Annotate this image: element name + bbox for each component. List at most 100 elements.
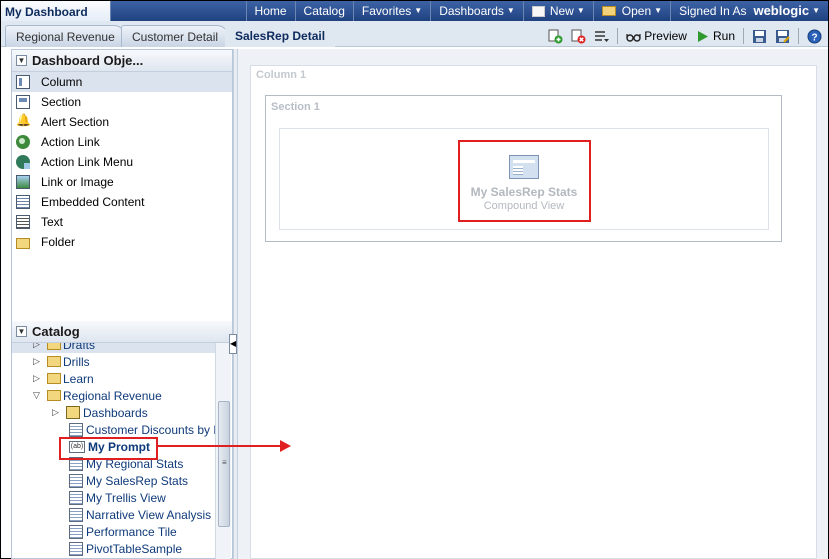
grip-icon: ≡ (222, 458, 227, 467)
tree-label: Performance Tile (86, 524, 177, 539)
scrollbar-thumb[interactable]: ≡ (218, 401, 230, 527)
drag-arrow-line (157, 445, 285, 447)
chevron-down-icon: ▼ (506, 6, 515, 15)
tree-label: Drills (63, 354, 90, 369)
preview-button[interactable]: Preview (624, 27, 689, 45)
nav-home[interactable]: Home (245, 1, 295, 21)
action-link-menu-icon (16, 155, 30, 169)
expand-arrow-icon[interactable]: ▷ (33, 373, 43, 384)
tree-item-narrative-view[interactable]: Narrative View Analysis (12, 506, 215, 523)
analysis-icon (69, 473, 83, 488)
save-button[interactable] (750, 27, 769, 45)
tree-item-drafts[interactable]: ▷ Drafts (12, 343, 215, 353)
nav-catalog-label: Catalog (303, 4, 345, 18)
tab-customer-detail[interactable]: Customer Detail (121, 25, 230, 47)
action-link-icon (16, 135, 30, 149)
tree-label: My SalesRep Stats (86, 473, 189, 488)
dashboard-objects-title: Dashboard Obje... (32, 53, 144, 68)
analysis-icon (69, 490, 83, 505)
analysis-icon (69, 524, 83, 539)
signed-in-user: weblogic (753, 3, 810, 18)
add-page-button[interactable] (546, 27, 565, 45)
new-document-icon (531, 5, 545, 17)
tree-item-performance-tile[interactable]: Performance Tile (12, 523, 215, 540)
object-label: Section (41, 95, 82, 109)
object-label: Link or Image (41, 175, 114, 189)
arrow-right-icon (280, 440, 291, 452)
nav-signed-in[interactable]: Signed In As weblogic ▼ (670, 1, 828, 21)
analysis-icon (69, 541, 83, 556)
tree-label: Drafts (63, 343, 96, 352)
page-options-button[interactable] (592, 27, 611, 45)
nav-favorites[interactable]: Favorites ▼ (352, 1, 430, 21)
tree-item-pivottablesample[interactable]: PivotTableSample (12, 540, 215, 557)
tree-item-learn[interactable]: ▷ Learn (12, 370, 215, 387)
tree-item-dashboards[interactable]: ▷ Dashboards (12, 404, 215, 421)
toolbar-separator (743, 28, 744, 44)
object-column[interactable]: Column (12, 72, 232, 92)
nav-favorites-label: Favorites (361, 4, 412, 18)
object-label: Action Link Menu (41, 155, 134, 169)
tab-salesrep-detail[interactable]: SalesRep Detail (225, 25, 336, 47)
save-icon (753, 29, 766, 43)
catalog-title: Catalog (32, 324, 80, 339)
nav-dashboards-label: Dashboards (439, 4, 504, 18)
save-as-button[interactable] (773, 27, 792, 45)
run-label: Run (712, 29, 735, 43)
object-label: Action Link (41, 135, 100, 149)
object-link-or-image[interactable]: Link or Image (12, 172, 232, 192)
collapse-left-icon[interactable]: ◀ (229, 334, 237, 354)
object-action-link-menu[interactable]: Action Link Menu (12, 152, 232, 172)
nav-open[interactable]: Open ▼ (592, 1, 670, 21)
dashboard-tab-bar: Regional Revenue Customer Detail SalesRe… (1, 21, 828, 47)
object-alert-section[interactable]: Alert Section (12, 112, 232, 132)
dashboard-objects-header[interactable]: ▼ Dashboard Obje... (12, 50, 232, 72)
object-section[interactable]: Section (12, 92, 232, 112)
help-icon: ? (807, 29, 822, 43)
nav-open-label: Open (621, 4, 652, 18)
open-folder-icon (601, 6, 616, 16)
expand-arrow-icon[interactable]: ▷ (33, 356, 43, 367)
catalog-header[interactable]: ▼ Catalog (12, 321, 232, 343)
nav-catalog[interactable]: Catalog (294, 1, 353, 21)
dashboards-folder-icon (66, 406, 80, 419)
tree-label: My Trellis View (86, 490, 166, 505)
app-title: My Dashboard (1, 1, 111, 23)
image-icon (16, 175, 30, 189)
folder-icon (16, 237, 30, 249)
object-folder[interactable]: Folder (12, 232, 232, 252)
play-icon (697, 30, 708, 42)
column-icon (16, 75, 30, 89)
highlight-box-my-prompt (59, 437, 158, 460)
expand-arrow-icon[interactable]: ▷ (52, 407, 62, 418)
object-text[interactable]: Text (12, 212, 232, 232)
toolbar-separator (798, 28, 799, 44)
section-icon (16, 95, 30, 109)
run-button[interactable]: Run (693, 27, 737, 45)
tree-item-my-trellis-view[interactable]: My Trellis View (12, 489, 215, 506)
tab-regional-revenue[interactable]: Regional Revenue (5, 25, 126, 47)
chevron-down-icon: ▼ (414, 6, 423, 15)
expand-arrow-icon[interactable]: ▷ (33, 343, 43, 350)
collapse-arrow-icon[interactable]: ▽ (33, 390, 43, 401)
object-label: Folder (41, 235, 76, 249)
global-header: My Dashboard Home Catalog Favorites ▼ Das… (1, 1, 828, 23)
nav-new[interactable]: New ▼ (522, 1, 593, 21)
tree-item-my-salesrep-stats[interactable]: My SalesRep Stats (12, 472, 215, 489)
tree-item-customer-discounts[interactable]: Customer Discounts by Re (12, 421, 215, 438)
object-embedded-content[interactable]: Embedded Content (12, 192, 232, 212)
preview-label: Preview (644, 29, 687, 43)
tree-item-regional-revenue[interactable]: ▽ Regional Revenue (12, 387, 215, 404)
catalog-scrollbar[interactable]: ≡ (215, 343, 231, 559)
embedded-content-icon (16, 195, 30, 209)
collapse-icon[interactable]: ▼ (16, 326, 27, 337)
help-button[interactable]: ? (805, 27, 824, 45)
nav-dashboards[interactable]: Dashboards ▼ (430, 1, 523, 21)
tree-item-drills[interactable]: ▷ Drills (12, 353, 215, 370)
object-action-link[interactable]: Action Link (12, 132, 232, 152)
collapse-icon[interactable]: ▼ (16, 55, 27, 66)
delete-page-button[interactable] (569, 27, 588, 45)
text-icon (16, 215, 30, 229)
tree-label: Dashboards (83, 405, 148, 420)
left-panel: ▼ Dashboard Obje... Column Section Alert… (11, 49, 233, 559)
